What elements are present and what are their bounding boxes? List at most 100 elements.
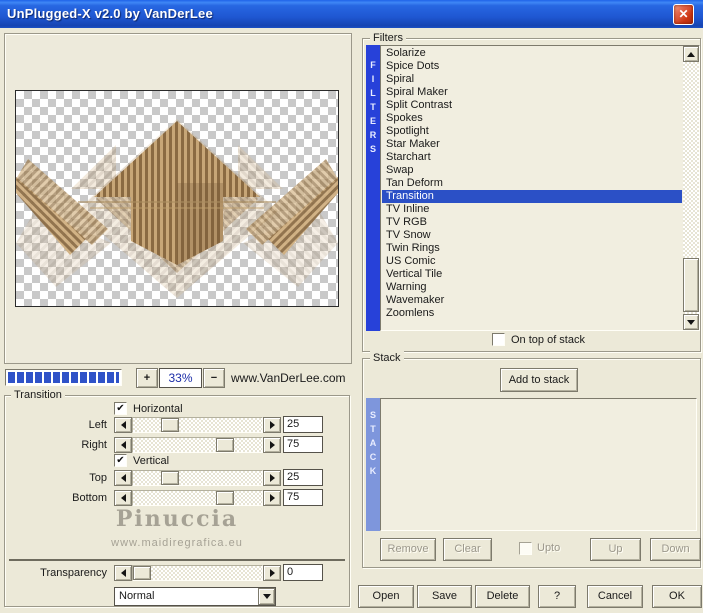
filter-item[interactable]: Swap bbox=[382, 164, 682, 177]
bottom-label: Bottom bbox=[72, 492, 107, 504]
top-value-field[interactable]: 25 bbox=[283, 469, 323, 486]
scroll-up-button[interactable] bbox=[683, 46, 699, 62]
filter-item[interactable]: Split Contrast bbox=[382, 99, 682, 112]
top-slider-left-arrow[interactable] bbox=[114, 470, 132, 486]
arrow-left-icon bbox=[120, 494, 126, 502]
save-button[interactable]: Save bbox=[417, 585, 472, 608]
filter-item[interactable]: Star Maker bbox=[382, 138, 682, 151]
arrow-left-icon bbox=[120, 421, 126, 429]
bottom-slider-thumb[interactable] bbox=[216, 491, 235, 505]
filter-item[interactable]: Starchart bbox=[382, 151, 682, 164]
filter-item[interactable]: Zoomlens bbox=[382, 307, 682, 320]
close-icon[interactable]: ✕ bbox=[673, 4, 694, 25]
on-top-of-stack-label: On top of stack bbox=[511, 334, 585, 346]
left-label: Left bbox=[88, 419, 107, 431]
upto-checkbox[interactable] bbox=[519, 542, 532, 555]
filter-item[interactable]: Wavemaker bbox=[382, 294, 682, 307]
bottom-slider-left-arrow[interactable] bbox=[114, 490, 132, 506]
stack-listbox[interactable] bbox=[380, 398, 697, 531]
left-slider-thumb[interactable] bbox=[160, 418, 179, 432]
left-slider-left-arrow[interactable] bbox=[114, 417, 132, 433]
right-slider-thumb[interactable] bbox=[216, 438, 235, 452]
stack-sidebar-letter: A bbox=[369, 438, 377, 448]
filters-listbox[interactable]: Solarize Spice Dots Spiral Spiral Maker Spli… bbox=[380, 45, 700, 331]
bottom-value-field[interactable]: 75 bbox=[283, 489, 323, 506]
zoom-in-button[interactable]: + bbox=[136, 368, 158, 388]
window-title: UnPlugged-X v2.0 by VanDerLee bbox=[7, 6, 213, 21]
scrollbar-track[interactable] bbox=[683, 62, 699, 314]
filter-item[interactable]: Vertical Tile bbox=[382, 268, 682, 281]
remove-button[interactable]: Remove bbox=[380, 538, 436, 561]
filter-item[interactable]: Spice Dots bbox=[382, 60, 682, 73]
transparency-value-field[interactable]: 0 bbox=[283, 564, 323, 581]
left-slider-right-arrow[interactable] bbox=[263, 417, 281, 433]
delete-button[interactable]: Delete bbox=[475, 585, 530, 608]
filter-item[interactable]: TV Inline bbox=[382, 203, 682, 216]
chevron-down-icon bbox=[687, 319, 695, 325]
down-button[interactable]: Down bbox=[650, 538, 701, 561]
stack-sidebar-letter: T bbox=[370, 424, 376, 434]
transparency-slider-right-arrow[interactable] bbox=[263, 565, 281, 581]
arrow-right-icon bbox=[269, 474, 275, 482]
filter-item[interactable]: Warning bbox=[382, 281, 682, 294]
filter-item[interactable]: Spiral Maker bbox=[382, 86, 682, 99]
filter-item[interactable]: Solarize bbox=[382, 47, 682, 60]
filter-item[interactable]: US Comic bbox=[382, 255, 682, 268]
filter-item[interactable]: Twin Rings bbox=[382, 242, 682, 255]
arrow-right-icon bbox=[269, 494, 275, 502]
vertical-label: Vertical bbox=[133, 455, 170, 467]
help-button[interactable]: ? bbox=[538, 585, 576, 608]
filters-sidebar-letter: R bbox=[369, 130, 377, 140]
open-button[interactable]: Open bbox=[358, 585, 414, 608]
ok-button[interactable]: OK bbox=[652, 585, 702, 608]
right-slider-track[interactable] bbox=[132, 437, 263, 453]
arrow-left-icon bbox=[120, 474, 126, 482]
filter-item[interactable]: Spiral bbox=[382, 73, 682, 86]
scrollbar-thumb[interactable] bbox=[683, 258, 699, 312]
filter-item[interactable]: TV RGB bbox=[382, 216, 682, 229]
left-value-field[interactable]: 25 bbox=[283, 416, 323, 433]
filters-group-label: Filters bbox=[370, 31, 406, 45]
zoom-out-button[interactable]: − bbox=[203, 368, 225, 388]
right-label: Right bbox=[81, 439, 107, 451]
zoom-level: 33% bbox=[159, 368, 202, 388]
title-bar[interactable]: UnPlugged-X v2.0 by VanDerLee ✕ bbox=[0, 0, 703, 28]
clear-button[interactable]: Clear bbox=[443, 538, 492, 561]
transparency-slider-thumb[interactable] bbox=[133, 566, 151, 580]
upto-label: Upto bbox=[537, 542, 561, 554]
top-slider-thumb[interactable] bbox=[160, 471, 179, 485]
filter-item[interactable]: Tan Deform bbox=[382, 177, 682, 190]
vertical-checkbox[interactable]: ✔ bbox=[114, 454, 127, 467]
right-value-field[interactable]: 75 bbox=[283, 436, 323, 453]
up-button[interactable]: Up bbox=[590, 538, 641, 561]
filter-item[interactable]: Transition bbox=[382, 190, 682, 203]
left-slider-track[interactable] bbox=[132, 417, 263, 433]
filters-sidebar-letter: L bbox=[370, 88, 376, 98]
add-to-stack-button[interactable]: Add to stack bbox=[500, 368, 578, 392]
filter-item[interactable]: Spotlight bbox=[382, 125, 682, 138]
bottom-slider-right-arrow[interactable] bbox=[263, 490, 281, 506]
scroll-down-button[interactable] bbox=[683, 314, 699, 330]
preview-image[interactable] bbox=[15, 90, 339, 307]
blend-mode-select[interactable]: Normal bbox=[114, 587, 276, 606]
stack-group-label: Stack bbox=[370, 351, 404, 365]
bottom-slider-track[interactable] bbox=[132, 490, 263, 506]
cancel-button[interactable]: Cancel bbox=[587, 585, 643, 608]
transition-group-label: Transition bbox=[11, 388, 65, 402]
top-slider-right-arrow[interactable] bbox=[263, 470, 281, 486]
on-top-of-stack-checkbox[interactable] bbox=[492, 333, 505, 346]
horizontal-checkbox[interactable]: ✔ bbox=[114, 402, 127, 415]
right-slider-left-arrow[interactable] bbox=[114, 437, 132, 453]
arrow-left-icon bbox=[120, 441, 126, 449]
transparency-slider-left-arrow[interactable] bbox=[114, 565, 132, 581]
top-slider-track[interactable] bbox=[132, 470, 263, 486]
right-slider-right-arrow[interactable] bbox=[263, 437, 281, 453]
filter-item[interactable]: Spokes bbox=[382, 112, 682, 125]
transparency-slider-track[interactable] bbox=[132, 565, 263, 581]
stack-group: Stack Add to stack STACK Remove Clear Up… bbox=[362, 351, 701, 568]
filter-item[interactable]: TV Snow bbox=[382, 229, 682, 242]
filters-sidebar: FILTERS bbox=[366, 45, 380, 331]
filters-scrollbar[interactable] bbox=[683, 46, 699, 330]
filters-sidebar-letter: T bbox=[370, 102, 376, 112]
blend-mode-dropdown-button[interactable] bbox=[258, 588, 275, 605]
